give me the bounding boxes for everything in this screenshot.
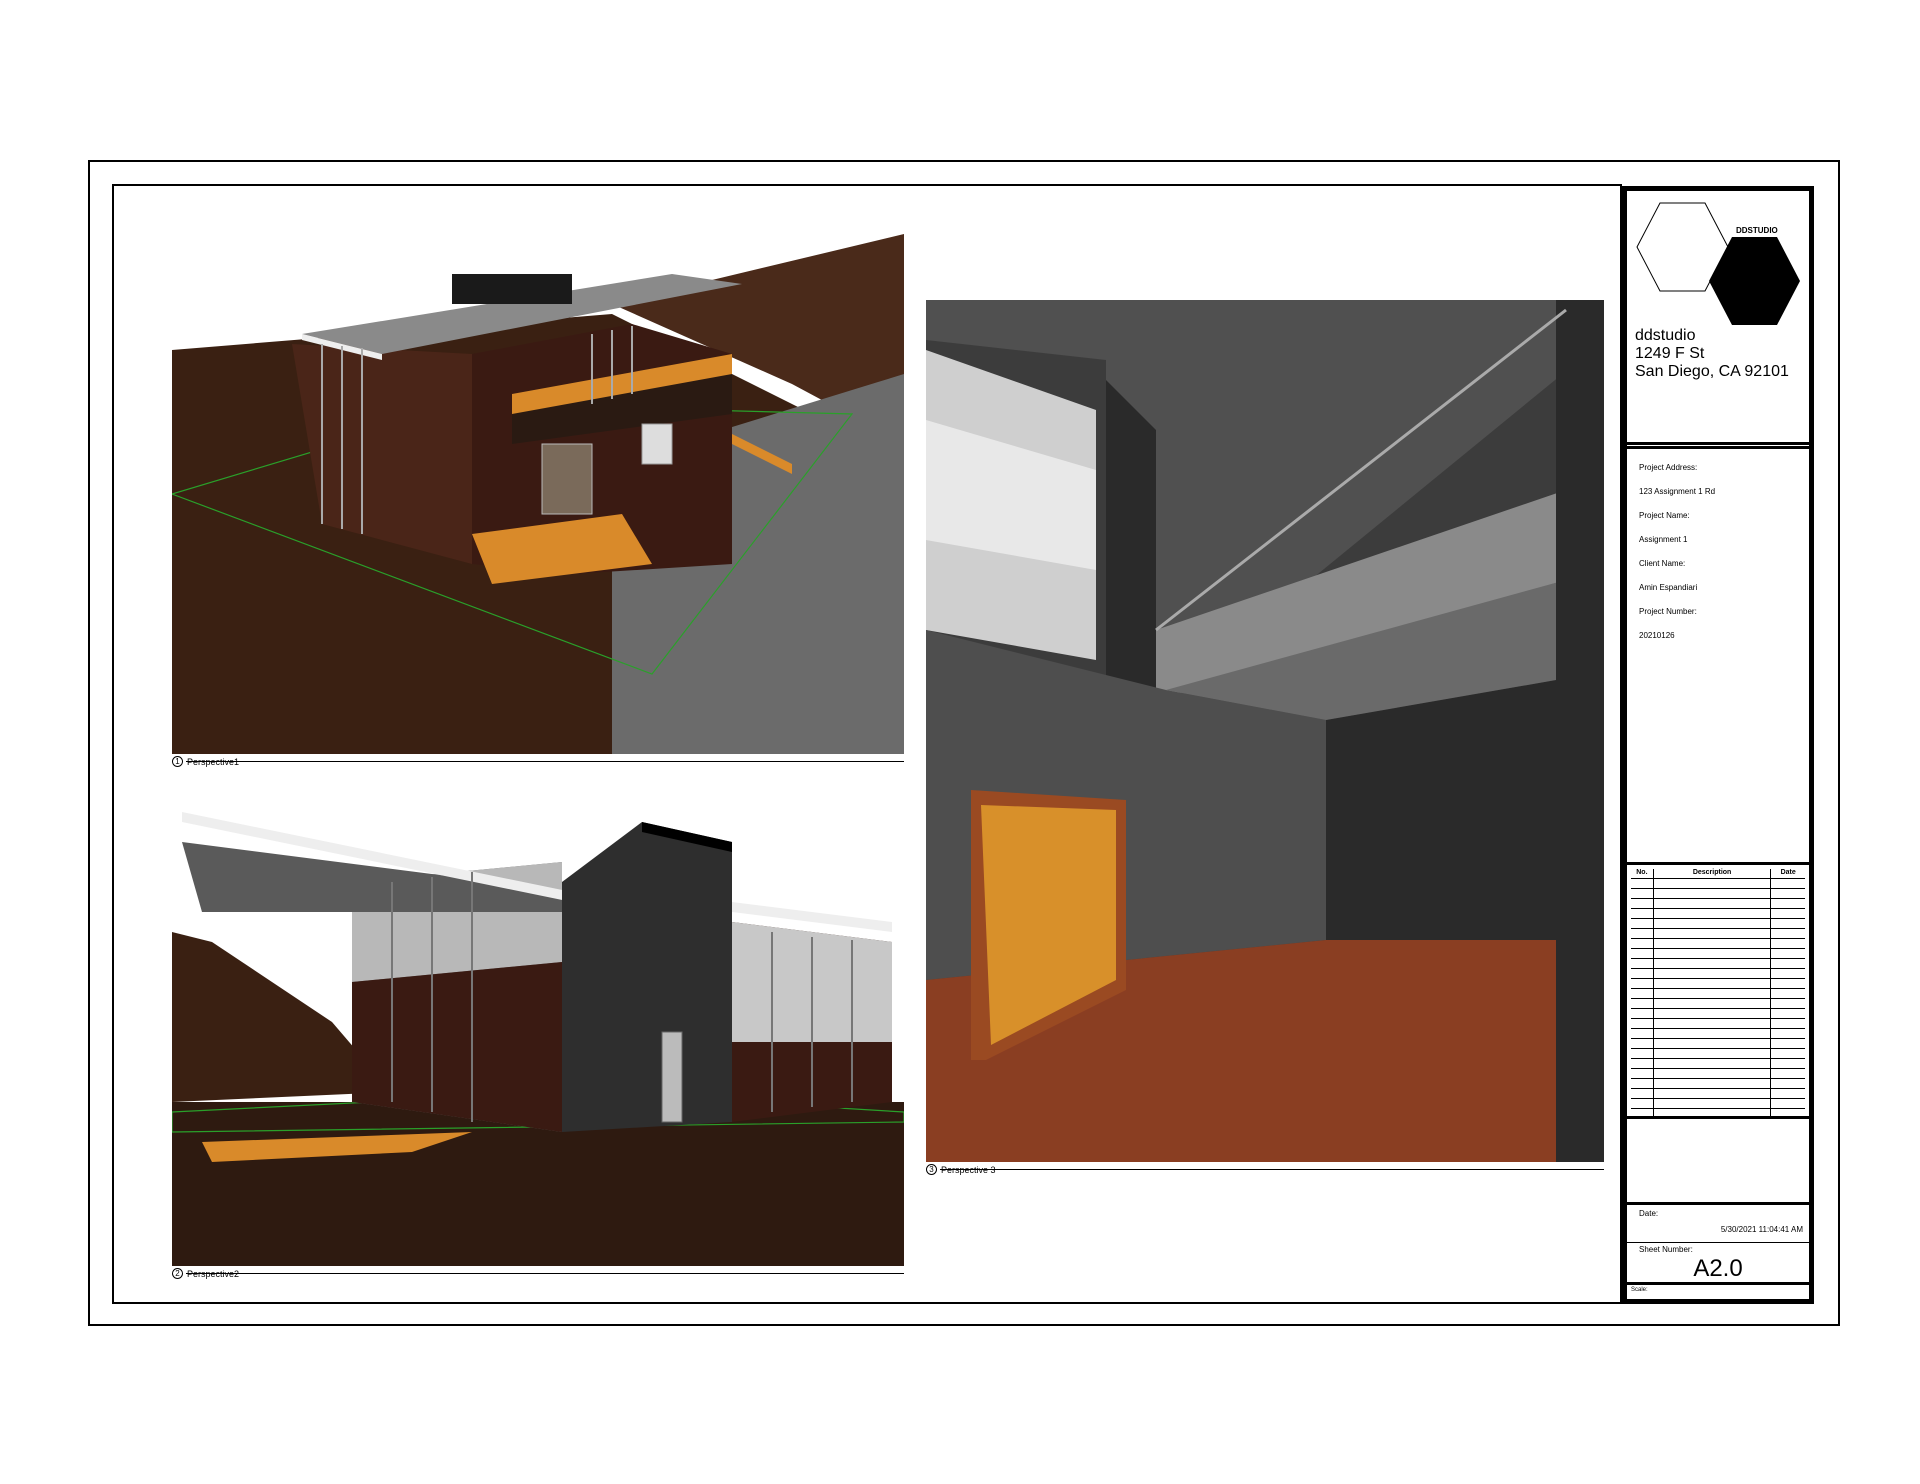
- project-number-label: Project Number:: [1639, 607, 1697, 616]
- logo-word: DDSTUDIO: [1736, 226, 1778, 235]
- view-number-2: 2: [172, 1268, 183, 1279]
- firm-address-street: 1249 F St: [1635, 345, 1705, 362]
- revision-row: [1631, 1109, 1805, 1119]
- view-title-3: Perspective 3: [941, 1165, 996, 1175]
- project-address-value: 123 Assignment 1 Rd: [1639, 487, 1716, 496]
- project-name-label: Project Name:: [1639, 511, 1690, 520]
- revision-row: [1631, 1019, 1805, 1029]
- firm-address-city: San Diego, CA 92101: [1635, 363, 1789, 380]
- project-address-label: Project Address:: [1639, 463, 1698, 472]
- client-name-value: Amin Espandiari: [1639, 583, 1698, 592]
- revision-row: [1631, 1049, 1805, 1059]
- rev-col-date: Date: [1780, 869, 1796, 876]
- revision-row: [1631, 999, 1805, 1009]
- project-number-value: 20210126: [1639, 631, 1675, 640]
- project-name-value: Assignment 1: [1639, 535, 1688, 544]
- revision-row: [1631, 959, 1805, 969]
- revisions-header: No. Description Date: [1631, 869, 1805, 879]
- sheet-number-value: A2.0: [1693, 1255, 1743, 1282]
- revision-row: [1631, 949, 1805, 959]
- revision-row: [1631, 879, 1805, 889]
- scale-section: Scale:: [1627, 1285, 1809, 1299]
- revision-row: [1631, 909, 1805, 919]
- revision-row: [1631, 1059, 1805, 1069]
- perspective-2-render: [172, 802, 904, 1266]
- revisions-section: No. Description Date: [1627, 865, 1809, 1119]
- revision-row: [1631, 1069, 1805, 1079]
- revision-row: [1631, 1099, 1805, 1109]
- revision-row: [1631, 919, 1805, 929]
- revision-row: [1631, 989, 1805, 999]
- sheet-number-section: Sheet Number: A2.0: [1627, 1243, 1809, 1285]
- perspective-3-label: 3 Perspective 3: [926, 1164, 1604, 1175]
- client-name-label: Client Name:: [1639, 559, 1686, 568]
- revision-row: [1631, 929, 1805, 939]
- revision-row: [1631, 979, 1805, 989]
- logo-section: DDSTUDIO ddstudio 1249 F St San Diego, C…: [1627, 191, 1809, 445]
- view-number-3: 3: [926, 1164, 937, 1175]
- scale-label: Scale:: [1631, 1287, 1648, 1293]
- revisions-table: No. Description Date: [1631, 869, 1805, 1119]
- revision-row: [1631, 889, 1805, 899]
- rev-col-no: No.: [1631, 869, 1654, 878]
- perspective-3-render: [926, 300, 1604, 1162]
- firm-name: ddstudio: [1635, 327, 1696, 344]
- date-section: Date: 5/30/2021 11:04:41 AM: [1627, 1205, 1809, 1243]
- project-info-section: Project Address: 123 Assignment 1 Rd Pro…: [1627, 449, 1809, 865]
- revision-row: [1631, 939, 1805, 949]
- date-label: Date:: [1639, 1209, 1659, 1218]
- sheet-number-label: Sheet Number:: [1639, 1245, 1693, 1254]
- revision-row: [1631, 1009, 1805, 1019]
- revision-row: [1631, 1089, 1805, 1099]
- blank-section: [1627, 1119, 1809, 1205]
- rev-col-description: Description: [1654, 869, 1772, 878]
- date-value: 5/30/2021 11:04:41 AM: [1720, 1225, 1803, 1234]
- view-number-1: 1: [172, 756, 183, 767]
- revision-row: [1631, 899, 1805, 909]
- revision-row: [1631, 1029, 1805, 1039]
- perspective-2-label: 2 Perspective2: [172, 1268, 904, 1279]
- revision-row: [1631, 1079, 1805, 1089]
- perspective-1-render: [172, 234, 904, 754]
- title-block: DDSTUDIO ddstudio 1249 F St San Diego, C…: [1622, 186, 1814, 1304]
- view-title-2: Perspective2: [187, 1269, 240, 1279]
- revision-row: [1631, 969, 1805, 979]
- perspective-1-label: 1 Perspective1: [172, 756, 904, 767]
- revision-row: [1631, 1039, 1805, 1049]
- view-title-1: Perspective1: [187, 757, 240, 767]
